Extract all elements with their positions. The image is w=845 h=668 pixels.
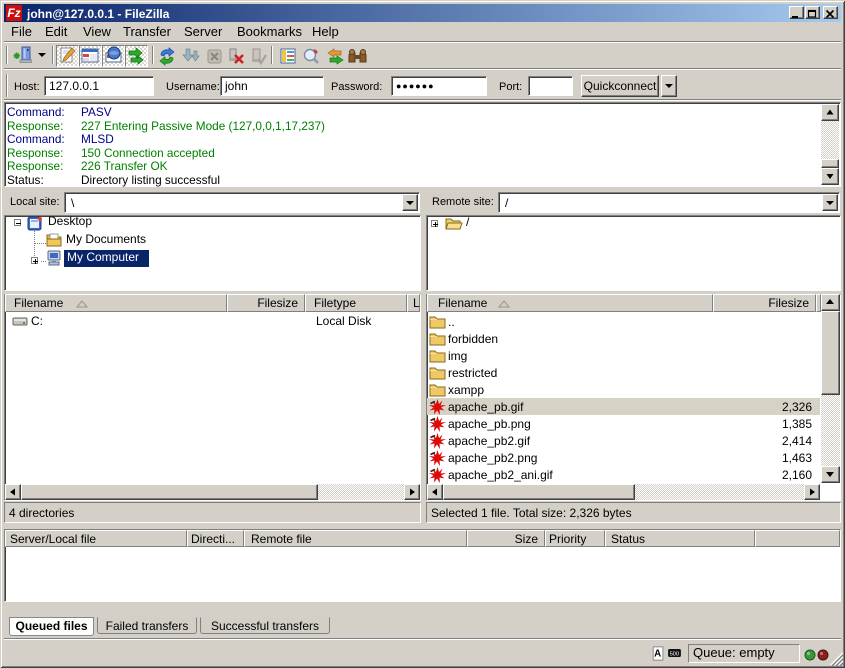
svg-text:500: 500 xyxy=(670,651,679,657)
svg-text:A: A xyxy=(654,649,661,660)
